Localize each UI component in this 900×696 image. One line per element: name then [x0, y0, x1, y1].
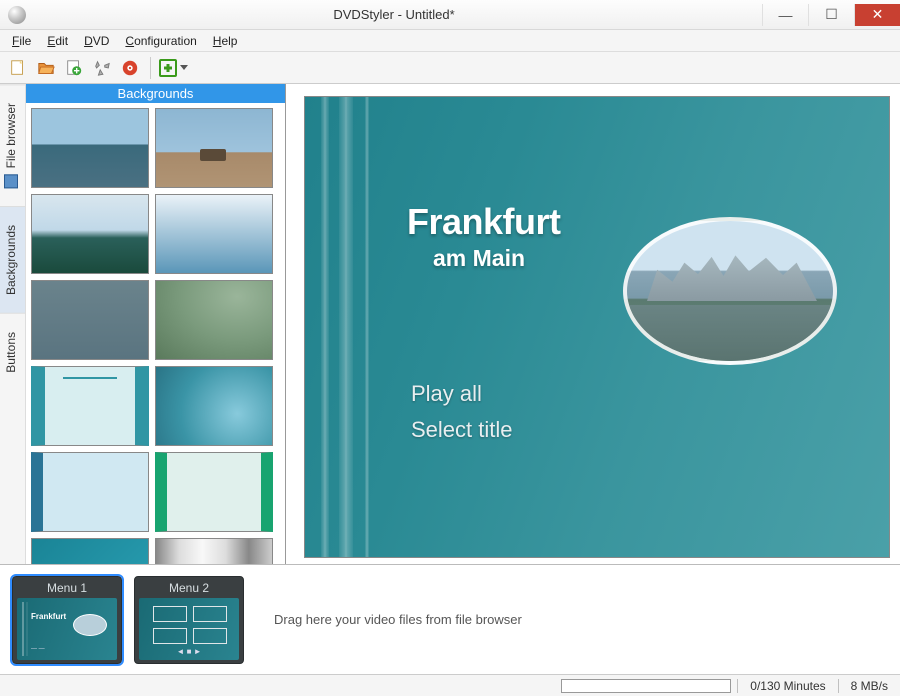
app-icon [8, 6, 26, 24]
bg-thumb[interactable] [31, 108, 149, 188]
backgrounds-list[interactable] [26, 103, 285, 564]
new-project-button[interactable] [6, 56, 30, 80]
bg-thumb[interactable] [155, 108, 273, 188]
save-project-button[interactable] [62, 56, 86, 80]
preview-wrap: Frankfurt am Main Play all Select title [286, 84, 900, 564]
menu-configuration[interactable]: Configuration [117, 32, 204, 50]
close-button[interactable]: ✕ [854, 4, 900, 26]
menu-preview[interactable]: Frankfurt am Main Play all Select title [304, 96, 890, 558]
chevron-down-icon [180, 65, 188, 70]
menubar: File Edit DVD Configuration Help [0, 30, 900, 52]
menu-thumbnail-1[interactable]: Menu 1 Frankfurt— — [12, 576, 122, 664]
menu-button-select-title[interactable]: Select title [411, 417, 513, 443]
menu-thumb-preview: ◄ ■ ► [139, 598, 239, 660]
tab-file-browser[interactable]: File browser [0, 84, 25, 206]
status-bitrate: 8 MB/s [838, 679, 900, 693]
status-minutes: 0/130 Minutes [737, 679, 837, 693]
menu-thumb-preview: Frankfurt— — [17, 598, 117, 660]
bg-thumb[interactable] [31, 280, 149, 360]
settings-button[interactable] [90, 56, 114, 80]
menu-thumb-label: Menu 1 [17, 581, 117, 595]
bg-thumb[interactable] [155, 366, 273, 446]
maximize-button[interactable]: ☐ [808, 4, 854, 26]
menu-image-oval[interactable] [623, 217, 837, 365]
bg-thumb[interactable] [155, 538, 273, 564]
decor-stripe [365, 97, 369, 557]
bg-thumb[interactable] [155, 194, 273, 274]
bg-thumb[interactable] [155, 452, 273, 532]
menu-title[interactable]: Frankfurt [407, 201, 561, 243]
burn-disc-button[interactable] [118, 56, 142, 80]
titlebar: DVDStyler - Untitled* — ☐ ✕ [0, 0, 900, 30]
plus-icon [159, 59, 177, 77]
menu-file[interactable]: File [4, 32, 39, 50]
menu-thumb-label: Menu 2 [139, 581, 239, 595]
menu-edit[interactable]: Edit [39, 32, 76, 50]
bg-thumb[interactable] [31, 194, 149, 274]
toolbar-separator [150, 57, 151, 79]
bg-thumb[interactable] [31, 538, 149, 564]
menu-dvd[interactable]: DVD [76, 32, 117, 50]
main-area: File browser Backgrounds Buttons Backgro… [0, 84, 900, 564]
drag-hint-text: Drag here your video files from file bro… [250, 612, 894, 627]
timeline-strip[interactable]: Menu 1 Frankfurt— — Menu 2 ◄ ■ ► Drag he… [0, 564, 900, 674]
side-tabs: File browser Backgrounds Buttons [0, 84, 26, 564]
tab-buttons[interactable]: Buttons [0, 313, 25, 391]
menu-button-play-all[interactable]: Play all [411, 381, 482, 407]
decor-stripe [339, 97, 353, 557]
folder-icon [4, 174, 18, 188]
window-title: DVDStyler - Untitled* [26, 7, 762, 22]
tab-backgrounds[interactable]: Backgrounds [0, 206, 25, 313]
minimize-button[interactable]: — [762, 4, 808, 26]
window-controls: — ☐ ✕ [762, 4, 900, 26]
backgrounds-panel: Backgrounds [26, 84, 286, 564]
disc-usage-progress [561, 679, 731, 693]
panel-header: Backgrounds [26, 84, 285, 103]
menu-help[interactable]: Help [205, 32, 246, 50]
toolbar [0, 52, 900, 84]
decor-stripe [321, 97, 329, 557]
add-dropdown-button[interactable] [159, 56, 193, 80]
menu-thumbnail-2[interactable]: Menu 2 ◄ ■ ► [134, 576, 244, 664]
statusbar: 0/130 Minutes 8 MB/s [0, 674, 900, 696]
menu-subtitle[interactable]: am Main [433, 245, 525, 272]
open-project-button[interactable] [34, 56, 58, 80]
bg-thumb[interactable] [31, 366, 149, 446]
bg-thumb[interactable] [31, 452, 149, 532]
bg-thumb[interactable] [155, 280, 273, 360]
